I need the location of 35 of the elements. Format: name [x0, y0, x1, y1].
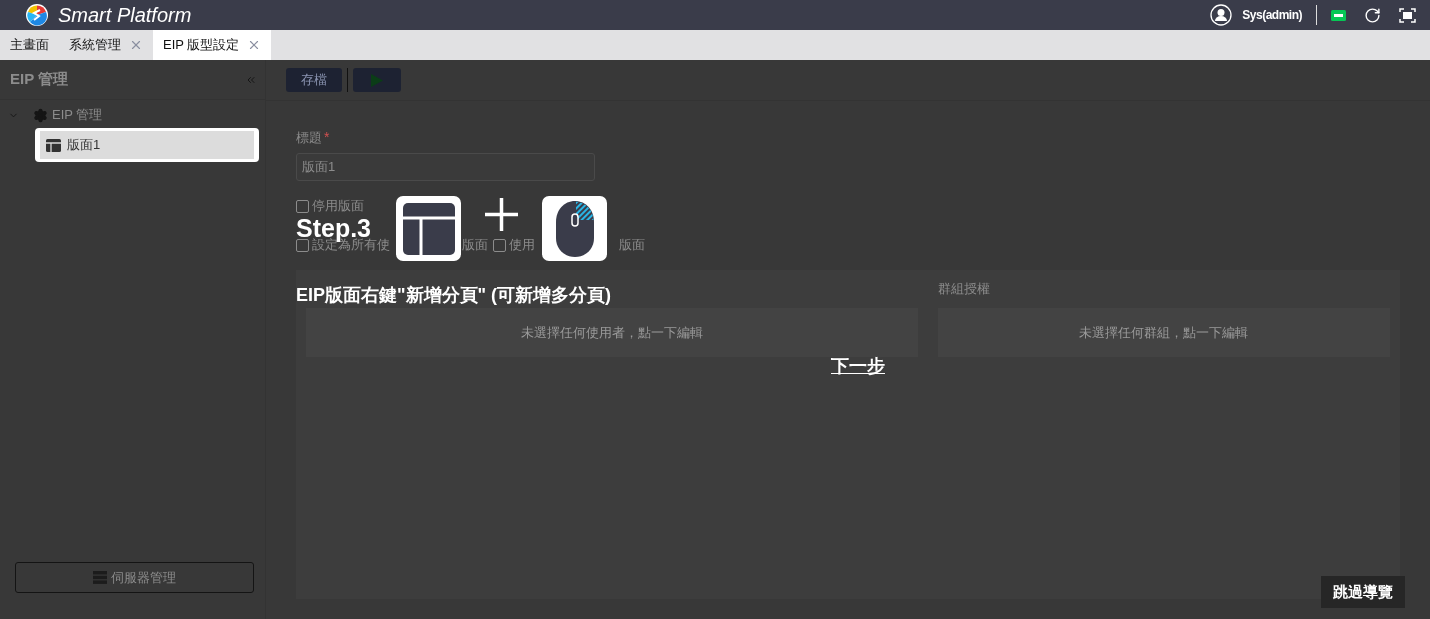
gear-icon [33, 107, 48, 123]
checkbox-label: 版面 [462, 236, 488, 254]
close-icon[interactable] [129, 38, 143, 52]
app-title: Smart Platform [58, 3, 192, 27]
fullscreen-icon[interactable] [1399, 7, 1416, 23]
next-step-link[interactable]: 下一步 [831, 354, 885, 378]
user-name[interactable]: Sys(admin) [1242, 8, 1302, 22]
tab[interactable]: EIP 版型設定 [153, 30, 272, 60]
tree-item[interactable]: EIP 管理 [52, 106, 103, 124]
chat-app-icon[interactable] [1331, 9, 1346, 21]
logo-icon [26, 4, 48, 26]
checkbox[interactable] [493, 238, 506, 252]
refresh-icon[interactable] [1364, 6, 1381, 24]
server-icon [93, 571, 107, 584]
checkbox[interactable] [296, 199, 309, 213]
checkbox-label: 版面 [619, 236, 645, 254]
checkbox-label: 使用 [509, 236, 535, 254]
mouse-icon [554, 199, 595, 258]
tab[interactable]: 系統管理 [59, 30, 153, 60]
tab[interactable]: 主畫面 [0, 30, 59, 60]
checkbox-label: 停用版面 [312, 197, 364, 215]
tree-item[interactable]: 版面1 [40, 131, 254, 159]
save-button[interactable]: 存檔 [286, 68, 342, 92]
required-mark: * [324, 129, 330, 145]
sidebar-title: EIP 管理 [10, 70, 69, 89]
layout-icon [402, 202, 455, 255]
user-avatar-icon [1210, 4, 1233, 26]
server-management-button[interactable]: 伺服器管理 [15, 562, 254, 593]
layout-icon [46, 138, 61, 152]
step-caption: EIP版面右鍵"新增分頁" (可新增多分頁) [296, 284, 612, 307]
plus-icon [485, 198, 518, 231]
field-label: 標題 [296, 129, 322, 147]
section-heading: 群組授權 [937, 280, 990, 298]
skip-tour-button[interactable]: 跳過導覽 [1321, 576, 1405, 608]
play-icon [371, 73, 383, 87]
